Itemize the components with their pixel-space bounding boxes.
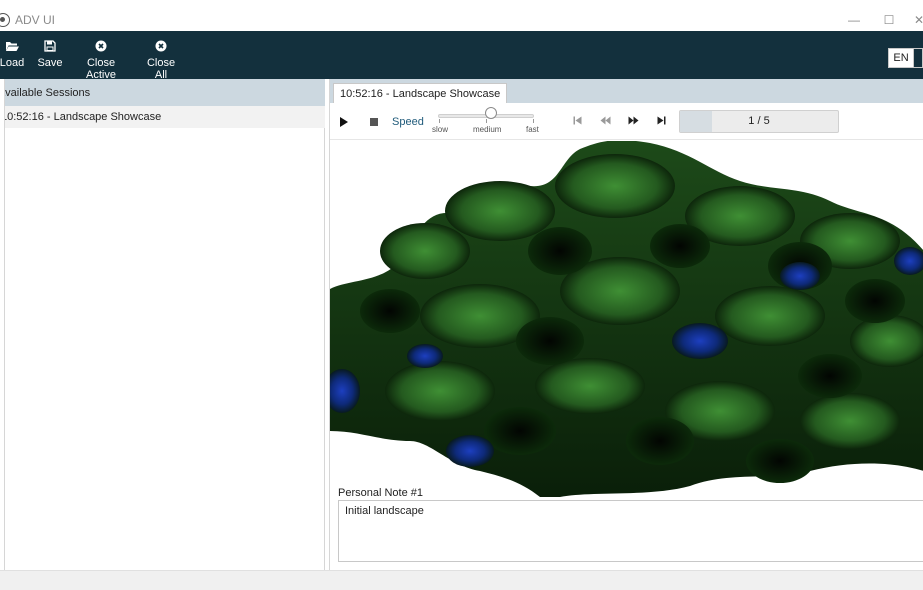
app-logo-icon: [0, 13, 10, 27]
load-label: Load: [0, 57, 25, 69]
language-toggle-next[interactable]: [914, 48, 923, 68]
session-view-panel: 10:52:16 - Landscape Showcase Speed slow…: [329, 79, 923, 570]
sessions-header: Available Sessions: [5, 79, 325, 106]
close-window-button[interactable]: ✕: [910, 11, 923, 29]
close-circle-icon: [72, 40, 130, 54]
fast-forward-icon: [628, 116, 638, 125]
close-active-label: Close Active: [86, 57, 116, 81]
skip-first-icon: [573, 116, 581, 125]
speed-option-fast: fast: [526, 125, 539, 134]
close-all-button[interactable]: Close All: [140, 31, 182, 81]
minimize-button[interactable]: —: [845, 11, 863, 29]
speed-slider-thumb[interactable]: [484, 107, 497, 119]
skip-first-button[interactable]: [570, 116, 584, 127]
step-progress-text: 1 / 5: [748, 115, 770, 127]
landscape-3d-viewport[interactable]: [330, 141, 923, 497]
maximize-button[interactable]: ☐: [880, 11, 898, 29]
load-button[interactable]: Load: [0, 31, 32, 79]
play-button[interactable]: [340, 117, 348, 127]
folder-open-icon: [0, 40, 32, 54]
landscape-render: [330, 141, 923, 497]
tab-landscape-showcase[interactable]: 10:52:16 - Landscape Showcase: [333, 83, 508, 104]
app-window: ADV UI — ☐ ✕ Load Save Close Active Clos…: [0, 0, 923, 590]
tab-strip: 10:52:16 - Landscape Showcase: [330, 79, 923, 104]
playback-controls: Speed slow medium fast 1 / 5: [330, 103, 923, 140]
close-all-label: Close All: [146, 57, 176, 81]
sessions-header-label: Available Sessions: [5, 87, 91, 99]
speed-label: Speed: [392, 116, 424, 128]
close-active-button[interactable]: Close Active: [72, 31, 130, 81]
skip-last-button[interactable]: [654, 116, 668, 127]
note-label: Personal Note #1: [338, 487, 423, 499]
speed-tick: [439, 119, 440, 123]
speed-option-medium: medium: [473, 125, 502, 134]
floppy-disk-icon: [36, 40, 64, 54]
sessions-panel: Available Sessions 10:52:16 - Landscape …: [4, 79, 325, 570]
session-item[interactable]: 10:52:16 - Landscape Showcase: [5, 106, 325, 128]
speed-tick: [486, 119, 487, 123]
language-toggle-en[interactable]: EN: [888, 48, 914, 68]
speed-option-slow: slow: [432, 125, 449, 134]
close-circle-icon: [140, 40, 182, 54]
rewind-icon: [600, 116, 610, 125]
skip-last-icon: [657, 116, 665, 125]
window-title: ADV UI: [15, 13, 56, 27]
step-back-button[interactable]: [598, 116, 612, 127]
save-label: Save: [37, 57, 63, 69]
note-textarea[interactable]: Initial landscape: [338, 500, 923, 562]
step-forward-button[interactable]: [626, 116, 640, 127]
step-progress-bar: 1 / 5: [679, 110, 839, 133]
stop-button[interactable]: [370, 118, 378, 126]
speed-tick: [533, 119, 534, 123]
status-bar: [0, 570, 923, 590]
save-button[interactable]: Save: [36, 31, 64, 79]
toolbar: Load Save Close Active Close All EN: [0, 31, 923, 81]
session-item-label: 10:52:16 - Landscape Showcase: [5, 111, 162, 123]
title-bar: ADV UI — ☐ ✕: [0, 9, 923, 31]
